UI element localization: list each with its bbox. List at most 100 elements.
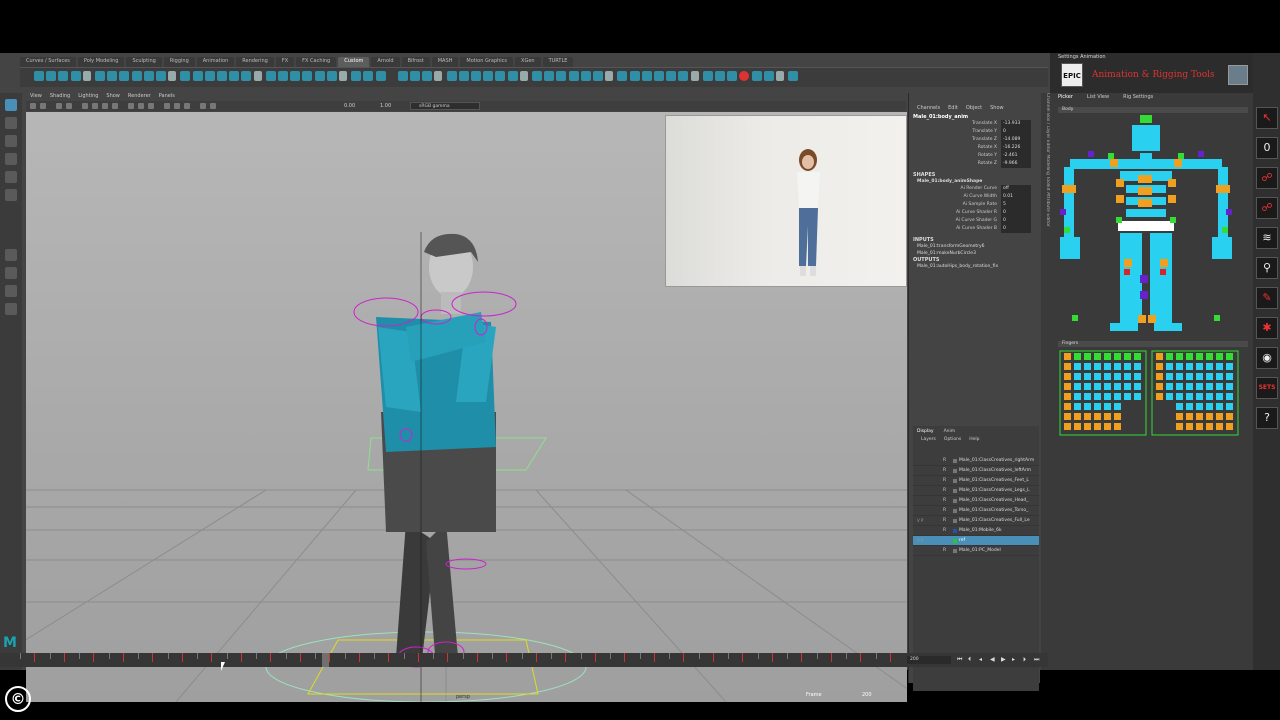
keyframe-marker[interactable] [93, 653, 94, 662]
shelf-tool-icon[interactable] [278, 71, 288, 81]
shelf-tab[interactable]: Arnold [371, 57, 400, 67]
finger-control[interactable] [1176, 383, 1183, 390]
art-settings-menu[interactable]: Settings Animation [1058, 54, 1106, 60]
channel-attribute-row[interactable]: Translate X -13.933 [909, 120, 1040, 128]
keyframe-marker[interactable] [388, 653, 389, 662]
body-picker[interactable] [1060, 115, 1252, 343]
keyframe-marker[interactable] [712, 653, 714, 662]
finger-control[interactable] [1064, 403, 1071, 410]
exposure-value[interactable]: 0.00 [344, 103, 355, 109]
shelf-tool-icon[interactable] [229, 71, 240, 81]
render-icon[interactable] [210, 103, 216, 109]
shelf-tool-icon[interactable] [556, 71, 567, 81]
shelf-tool-icon[interactable] [763, 71, 774, 81]
attribute-value[interactable]: off [1001, 185, 1031, 193]
finger-control[interactable] [1216, 363, 1223, 370]
step-back-icon[interactable]: ◂ [979, 657, 984, 663]
select-tool-icon[interactable]: ↖ [1256, 107, 1278, 129]
colorspace-select[interactable]: sRGB gamma [410, 102, 480, 110]
finger-control[interactable] [1074, 363, 1081, 370]
layer-row[interactable]: R Male_01:ClassCreatives_Legs_L [913, 486, 1039, 496]
gamma-value[interactable]: 1.00 [380, 103, 391, 109]
finger-control[interactable] [1114, 423, 1121, 430]
select-tool-icon[interactable] [5, 99, 17, 111]
finger-control[interactable] [1216, 393, 1223, 400]
finger-control[interactable] [1064, 353, 1071, 360]
finger-control[interactable] [1186, 413, 1193, 420]
shelf-tab[interactable]: Rigging [163, 57, 195, 67]
art-tab[interactable]: Picker [1058, 94, 1073, 100]
finger-control[interactable] [1196, 403, 1203, 410]
finger-control[interactable] [1216, 383, 1223, 390]
finger-control[interactable] [1104, 373, 1111, 380]
keyframe-marker[interactable] [34, 653, 35, 662]
finger-control[interactable] [1206, 413, 1213, 420]
finger-control[interactable] [1206, 383, 1213, 390]
finger-control[interactable] [1226, 373, 1233, 380]
shelf-tab[interactable]: FX Caching [296, 57, 337, 67]
finger-control[interactable] [1114, 353, 1121, 360]
finger-control[interactable] [1084, 423, 1091, 430]
film-gate-icon[interactable] [66, 103, 72, 109]
channel-attribute-row[interactable]: Rotate Y -2.461 [909, 152, 1040, 160]
finger-control[interactable] [1064, 363, 1071, 370]
keyframe-marker[interactable] [830, 653, 832, 662]
attribute-value[interactable]: -14.089 [1001, 136, 1031, 144]
keyframe-marker[interactable] [240, 653, 242, 662]
finger-control[interactable] [1094, 403, 1101, 410]
aa-icon[interactable] [148, 103, 154, 109]
current-frame-field[interactable]: 200 [907, 656, 951, 664]
shelf-tab[interactable]: MASH [431, 57, 459, 67]
finger-control[interactable] [1064, 373, 1071, 380]
shelf-tool-icon[interactable] [593, 71, 603, 81]
finger-control[interactable] [1166, 353, 1173, 360]
shelf-tool-icon[interactable] [605, 71, 614, 81]
finger-control[interactable] [1206, 353, 1213, 360]
finger-control[interactable] [1196, 373, 1203, 380]
layer-color-swatch[interactable] [953, 479, 957, 483]
shelf-tool-icon[interactable] [82, 71, 91, 81]
finger-control[interactable] [1064, 383, 1071, 390]
shelf-tool-icon[interactable] [290, 71, 301, 81]
layer-color-swatch[interactable] [953, 469, 957, 473]
layer-row[interactable]: R Male_01:ClassCreatives_Torso_ [913, 506, 1039, 516]
finger-control[interactable] [1226, 413, 1233, 420]
keyframe-marker[interactable] [889, 653, 891, 662]
channel-box-menu-item[interactable]: Object [966, 105, 982, 111]
layer-tab[interactable]: Display [917, 429, 934, 434]
shelf-tool-icon[interactable] [119, 71, 130, 81]
shelf-tool-icon[interactable] [339, 71, 347, 81]
keyframe-marker[interactable] [447, 653, 448, 662]
grid-icon[interactable] [56, 103, 62, 109]
finger-control[interactable] [1186, 373, 1193, 380]
finger-control[interactable] [1176, 373, 1183, 380]
finger-control[interactable] [1206, 373, 1213, 380]
finger-control[interactable] [1134, 383, 1141, 390]
shelf-tool-icon[interactable] [483, 71, 494, 81]
finger-control[interactable] [1134, 353, 1141, 360]
shelf-tool-icon[interactable] [397, 71, 408, 81]
finger-control[interactable] [1084, 403, 1091, 410]
shelf-tab[interactable]: Bifrost [401, 57, 430, 67]
shelf-tool-icon[interactable] [544, 71, 555, 81]
finger-control[interactable] [1074, 413, 1081, 420]
shelf-tool-icon[interactable] [168, 71, 177, 81]
shelf-tool-icon[interactable] [156, 71, 166, 81]
keyframe-marker[interactable] [506, 653, 507, 662]
attribute-value[interactable]: -2.461 [1001, 152, 1031, 160]
shelf-tool-icon[interactable] [204, 71, 215, 81]
finger-control[interactable] [1124, 363, 1131, 370]
finger-control[interactable] [1196, 383, 1203, 390]
layer-row[interactable]: R Male_01:ClassCreatives_Feet_L [913, 476, 1039, 486]
layer-menu-item[interactable]: Help [969, 437, 979, 442]
shelf-tool-icon[interactable] [143, 71, 154, 81]
attribute-value[interactable]: -9.966 [1001, 160, 1031, 168]
shelf-tab[interactable]: Curves / Surfaces [20, 57, 76, 67]
viewport-menu-item[interactable]: Show [106, 93, 120, 101]
finger-control[interactable] [1226, 363, 1233, 370]
gear-red-icon[interactable]: ✱ [1256, 317, 1278, 339]
finger-control[interactable] [1104, 403, 1111, 410]
isolate-icon[interactable] [164, 103, 170, 109]
layer-reference-toggle[interactable]: R [943, 546, 946, 556]
shelf-tool-icon[interactable] [410, 71, 420, 81]
